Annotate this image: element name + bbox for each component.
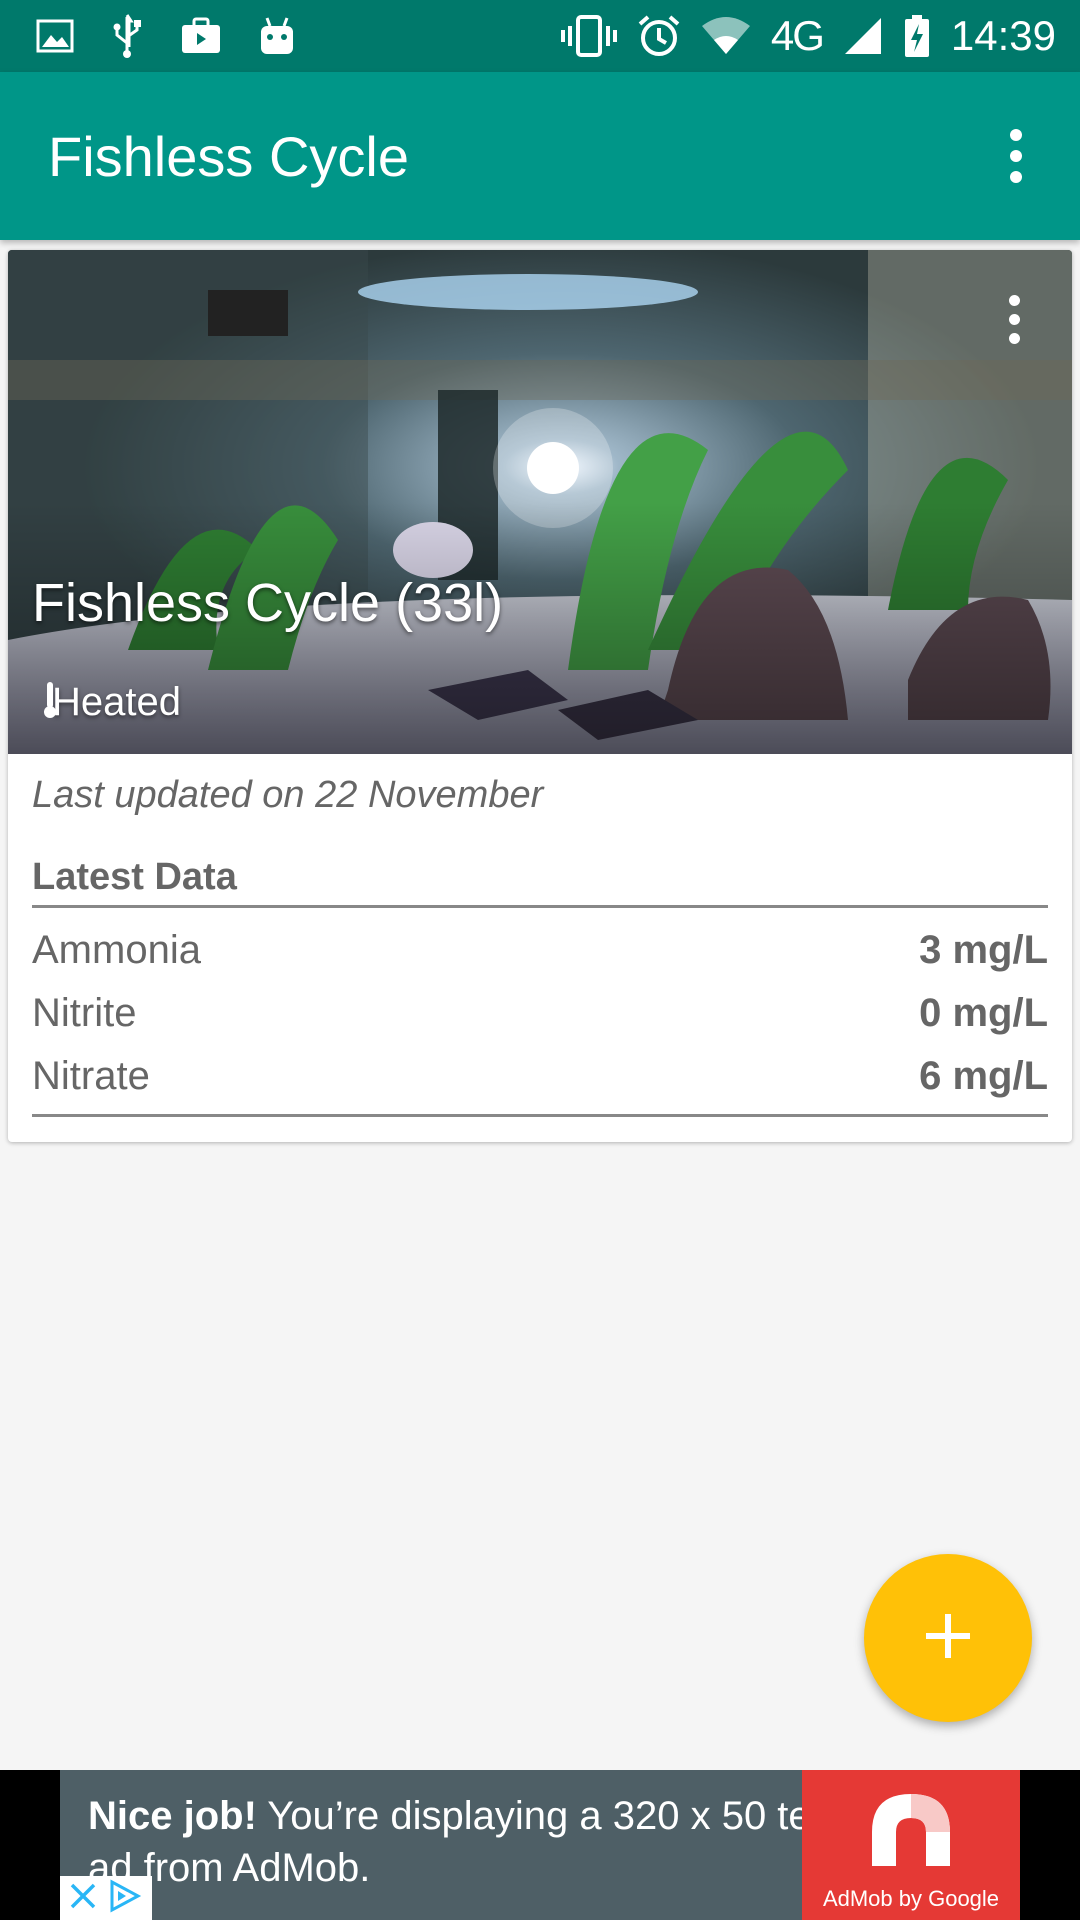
vibrate-icon	[560, 14, 617, 58]
system-icons: 4G 14:39	[560, 8, 1056, 64]
tank-photo: Fishless Cycle (33l) Heated	[8, 250, 1072, 754]
wifi-icon	[701, 16, 751, 56]
data-row-ammonia: Ammonia 3 mg/L	[32, 920, 1048, 980]
more-vert-icon[interactable]	[976, 116, 1056, 196]
card-menu-button[interactable]	[984, 284, 1044, 354]
add-button[interactable]	[864, 1554, 1032, 1722]
plus-icon	[924, 1612, 972, 1665]
table-bottom-divider	[32, 1114, 1048, 1117]
heated-label: Heated	[52, 680, 181, 724]
parameter-name: Nitrite	[32, 990, 137, 1035]
app-bar: Fishless Cycle	[0, 72, 1080, 240]
clock: 14:39	[950, 12, 1056, 59]
ad-banner[interactable]: Nice job! You’re displaying a 320 x 50 t…	[60, 1770, 1020, 1920]
ad-text: Nice job! You’re displaying a 320 x 50 t…	[88, 1790, 858, 1894]
close-icon[interactable]	[68, 1881, 98, 1916]
data-row-nitrate: Nitrate 6 mg/L	[32, 1046, 1048, 1106]
app-title: Fishless Cycle	[48, 125, 409, 188]
latest-data-heading: Latest Data	[32, 856, 237, 898]
heated-indicator: Heated	[40, 680, 181, 725]
parameter-name: Nitrate	[32, 1053, 150, 1098]
status-bar: 4G 14:39	[0, 0, 1080, 72]
parameter-value: 6 mg/L	[919, 1053, 1048, 1098]
battery-charging-icon	[903, 14, 931, 58]
ad-close-button[interactable]	[60, 1876, 152, 1920]
last-updated-text: Last updated on 22 November	[32, 774, 544, 816]
admob-logo: AdMob by Google	[802, 1770, 1020, 1920]
alarm-icon	[637, 14, 681, 58]
parameter-value: 3 mg/L	[919, 927, 1048, 972]
tank-title: Fishless Cycle (33l)	[32, 573, 504, 633]
network-type: 4G	[770, 12, 825, 59]
tank-card[interactable]: Fishless Cycle (33l) Heated Last updated…	[8, 250, 1072, 1142]
ad-headline: Nice job!	[88, 1794, 257, 1838]
briefcase-icon	[180, 17, 222, 55]
notification-icons	[36, 12, 296, 60]
image-icon	[36, 19, 74, 53]
parameter-name: Ammonia	[32, 927, 201, 972]
signal-icon	[843, 16, 883, 56]
ad-brand: AdMob by Google	[822, 1886, 1000, 1911]
heading-divider	[32, 905, 1048, 908]
parameter-value: 0 mg/L	[919, 990, 1048, 1035]
android-icon	[258, 16, 296, 56]
usb-icon	[110, 13, 144, 59]
adchoices-icon[interactable]	[106, 1878, 144, 1918]
ad-area: Nice job! You’re displaying a 320 x 50 t…	[0, 1770, 1080, 1920]
data-row-nitrite: Nitrite 0 mg/L	[32, 983, 1048, 1043]
